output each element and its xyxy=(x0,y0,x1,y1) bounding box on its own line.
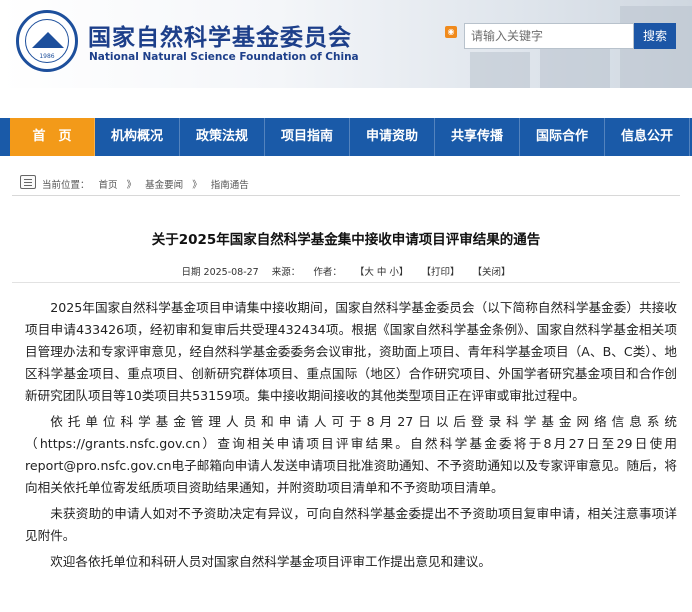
article-date: 日期 2025-08-27 xyxy=(181,267,259,278)
nav-item-international[interactable]: 国际合作 xyxy=(520,118,605,156)
nav-item-about[interactable]: 机构概况 xyxy=(95,118,180,156)
article-paragraph: 欢迎各依托单位和科研人员对国家自然科学基金项目评审工作提出意见和建议。 xyxy=(50,554,491,569)
font-size-control[interactable]: 【大 中 小】 xyxy=(355,267,409,278)
search-button[interactable]: 搜索 xyxy=(634,23,676,49)
header-background-building xyxy=(470,52,530,88)
nav-item-disclosure[interactable]: 信息公开 xyxy=(605,118,690,156)
site-header: 1986 国家自然科学基金委员会 National Natural Scienc… xyxy=(0,0,692,88)
breadcrumb: 当前位置： 首页 》 基金要闻 》 指南通告 xyxy=(12,172,680,196)
article-author: 作者： xyxy=(313,267,342,278)
breadcrumb-prefix: 当前位置： xyxy=(42,180,90,191)
nav-item-guide[interactable]: 项目指南 xyxy=(265,118,350,156)
article-paragraph: 依托单位科学基金管理人员和申请人可于8月27日以后登录科学基金网络信息系统（ht… xyxy=(25,414,677,495)
breadcrumb-text: 当前位置： 首页 》 基金要闻 》 指南通告 xyxy=(42,177,255,191)
breadcrumb-link-home[interactable]: 首页 xyxy=(99,180,118,191)
article-source: 来源： xyxy=(271,267,301,278)
close-link[interactable]: 【关闭】 xyxy=(472,267,510,278)
nsfc-logo[interactable]: 1986 xyxy=(16,10,78,72)
article-paragraph: 未获资助的申请人如对不予资助决定有异议，可向自然科学基金委提出不予资助项目复审申… xyxy=(25,506,677,543)
nav-item-apply[interactable]: 申请资助 xyxy=(350,118,435,156)
search-input[interactable] xyxy=(464,23,634,49)
site-title-cn: 国家自然科学基金委员会 xyxy=(88,25,352,51)
nav-item-policies[interactable]: 政策法规 xyxy=(180,118,265,156)
main-nav: 首 页 机构概况 政策法规 项目指南 申请资助 共享传播 国际合作 信息公开 xyxy=(0,118,692,156)
nav-item-sharing[interactable]: 共享传播 xyxy=(435,118,520,156)
location-icon xyxy=(20,175,36,189)
rss-icon[interactable]: ◉ xyxy=(445,26,457,38)
article-paragraph: 2025年国家自然科学基金项目申请集中接收期间，国家自然科学基金委员会（以下简称… xyxy=(25,300,677,403)
breadcrumb-separator: 》 xyxy=(126,180,137,191)
divider xyxy=(12,282,680,283)
logo-mountain-icon xyxy=(32,32,64,48)
breadcrumb-link-notices[interactable]: 指南通告 xyxy=(211,180,249,191)
logo-year: 1986 xyxy=(39,53,55,60)
breadcrumb-separator: 》 xyxy=(192,180,202,191)
article-meta: 日期 2025-08-27 来源： 作者： 【大 中 小】 【打印】 【关闭】 xyxy=(0,264,692,278)
print-link[interactable]: 【打印】 xyxy=(421,267,459,278)
article-body: 2025年国家自然科学基金项目申请集中接收期间，国家自然科学基金委员会（以下简称… xyxy=(25,297,677,577)
breadcrumb-link-news[interactable]: 基金要闻 xyxy=(145,180,183,191)
site-title-en: National Natural Science Foundation of C… xyxy=(89,51,359,63)
nav-item-home[interactable]: 首 页 xyxy=(10,118,95,156)
divider xyxy=(12,195,680,196)
article-title: 关于2025年国家自然科学基金集中接收申请项目评审结果的通告 xyxy=(151,232,541,248)
